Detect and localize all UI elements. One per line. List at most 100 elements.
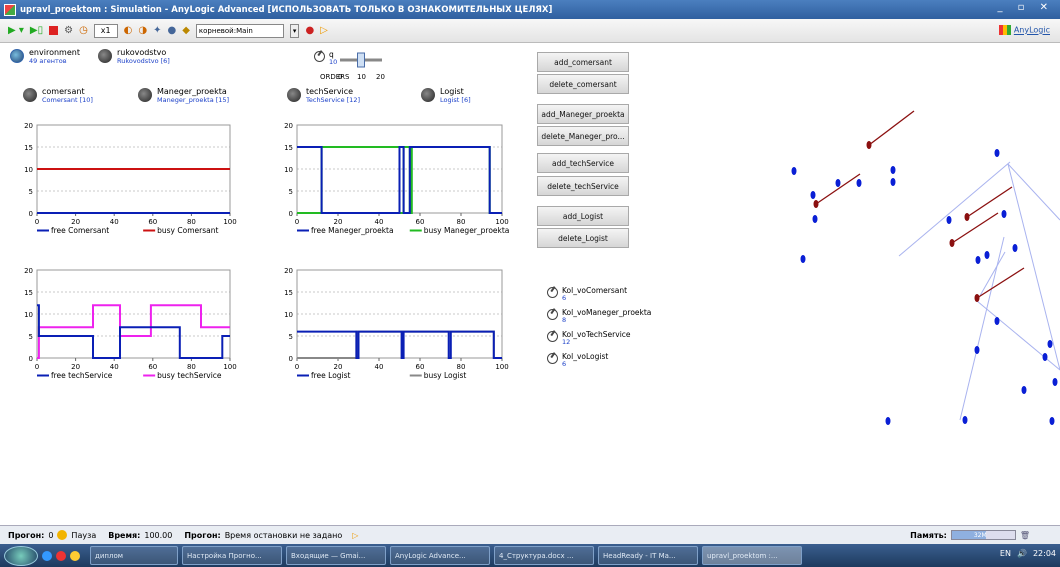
status-bar: Прогон: 0 Пауза Время: 100.00 Прогон: Вр… [0,525,1060,544]
legend-label: busy Comersant [157,226,218,235]
delete-comersant-button[interactable]: delete_comersant [537,74,629,94]
play-small-icon[interactable]: ▷ [352,531,358,540]
x-tick-label: 60 [416,363,425,371]
opera-icon[interactable] [56,550,66,561]
agent-dot [812,215,818,223]
chart-4: 0 5 10 15 20 0 20 40 60 80 100 free Logist busy Logi… [284,267,509,380]
taskbar-item[interactable]: HeadReady - IT Ма... [598,546,698,565]
agent-dot [1049,417,1055,425]
start-button[interactable] [4,545,38,566]
run-value: 0 [48,530,54,540]
language-indicator[interactable]: EN [1000,549,1011,558]
x-tick-label: 100 [223,218,236,226]
taskbar-item[interactable]: диплом [90,546,178,565]
series-line [37,304,230,359]
anylogic-brand-link[interactable]: AnyLogic [999,25,1050,35]
agent-dot [1052,378,1058,386]
y-tick-label: 0 [289,355,293,363]
variable-kol-vo-techservice[interactable]: Kol_voTechService 12 [547,331,631,346]
add-logist-button[interactable]: add_Logist [537,206,629,226]
stop-icon[interactable] [49,26,59,35]
navigate-icon[interactable]: ✦ [153,25,161,37]
root-select[interactable]: корневой:Main [195,23,284,38]
y-tick-label: 10 [24,166,33,174]
taskbar-item[interactable]: AnyLogic Advance... [390,546,490,565]
y-tick-label: 5 [289,333,293,341]
x-tick-label: 60 [148,363,157,371]
memory-value: 32M [973,532,987,539]
legend-label: free Maneger_proekta [311,226,394,235]
settings-icon[interactable]: ⚙ [64,25,73,37]
y-tick-label: 0 [29,355,33,363]
connection-line [959,236,1005,421]
speed-up-icon[interactable]: ◑ [138,25,147,37]
clock-icon[interactable]: ◷ [79,25,88,37]
agent-dot [975,256,981,264]
add-maneger-proekta-button[interactable]: add_Maneger_proekta [537,104,629,124]
slow-down-icon[interactable]: ◐ [124,25,133,37]
y-tick-label: 15 [284,289,293,297]
taskbar-item[interactable]: 4_Структура.docx ... [494,546,594,565]
pin-icon[interactable]: ● [305,25,314,37]
agent-dot [890,166,896,174]
add-techservice-button[interactable]: add_techService [537,153,629,173]
delete-logist-button[interactable]: delete_Logist [537,228,629,248]
busy-agent-dot [964,213,970,221]
root-dropdown-icon[interactable]: ▾ [289,23,300,38]
busy-agent-dot [866,141,872,149]
y-tick-label: 5 [29,188,33,196]
x-tick-label: 80 [457,363,466,371]
volume-icon[interactable]: 🔊 [1017,549,1027,558]
connection-line [1007,163,1060,371]
y-tick-label: 10 [284,166,293,174]
model-canvas: environment 49 агентов rukovodstvo Rukovod… [0,43,1060,520]
agent-dot [1012,244,1018,252]
window-title: upravl_proektom : Simulation - AnyLogic … [20,4,553,15]
connection-line [976,251,1006,302]
run-label: Прогон: [8,530,45,540]
variable-kol-vo-logist[interactable]: Kol_voLogist 6 [547,353,608,368]
variable-kol-vo-comersant[interactable]: Kol_voComersant 6 [547,287,627,302]
agent-link [976,267,1025,299]
agent-dot [856,179,862,187]
title-bar: upravl_proektom : Simulation - AnyLogic … [0,0,1060,19]
trash-icon[interactable]: 🗑 [1020,531,1030,540]
toolbar: ▶ ▾ ▶▯ ⚙ ◷ x1 ◐ ◑ ✦ ● ◆ корневой:Main ▾ … [0,19,1060,43]
agent-dot [974,346,980,354]
variable-kol-vo-maneger-proekta[interactable]: Kol_voManeger_proekta 8 [547,309,651,324]
chrome-icon[interactable] [70,550,80,561]
delete-maneger-proekta-button[interactable]: delete_Maneger_pro... [537,126,629,146]
variable-icon [547,309,558,320]
step-icon[interactable]: ▶▯ [30,25,43,37]
variable-name: Kol_voComersant [562,286,628,295]
variable-value: 12 [562,338,571,346]
y-tick-label: 20 [24,267,33,275]
add-comersant-button[interactable]: add_comersant [537,52,629,72]
run-icon[interactable]: ▶ ▾ [8,25,24,37]
taskbar-item[interactable]: Настройка Прогно... [182,546,282,565]
variable-name: Kol_voManeger_proekta [562,308,652,317]
taskbar-item[interactable]: upravl_proektom :... [702,546,802,565]
taskbar-item[interactable]: Входящие — Gmai... [286,546,386,565]
delete-techservice-button[interactable]: delete_techService [537,176,629,196]
memory-label: Память: [910,530,947,540]
variable-value: 6 [562,360,567,368]
anylogic-app-icon [4,3,16,16]
legend-label: busy techService [157,371,222,380]
agent-dot [946,216,952,224]
y-tick-label: 5 [289,188,293,196]
legend-label: free Comersant [51,226,109,235]
camera-icon[interactable]: ● [167,25,176,37]
chart-3: 0 5 10 15 20 0 20 40 60 80 100 free techService busy… [24,267,237,380]
x-tick-label: 80 [457,218,466,226]
view-icon[interactable]: ◆ [182,25,190,37]
agent-dot [890,178,896,186]
window-controls[interactable]: _ ▫ ✕ [997,2,1054,13]
agent-dot [800,255,806,263]
ie-icon[interactable] [42,550,52,561]
x-tick-label: 0 [35,218,39,226]
agent-dot [810,191,816,199]
legend-label: free Logist [311,371,351,380]
play-small-icon[interactable]: ▷ [320,25,328,37]
clock: 22:04 [1032,549,1056,558]
